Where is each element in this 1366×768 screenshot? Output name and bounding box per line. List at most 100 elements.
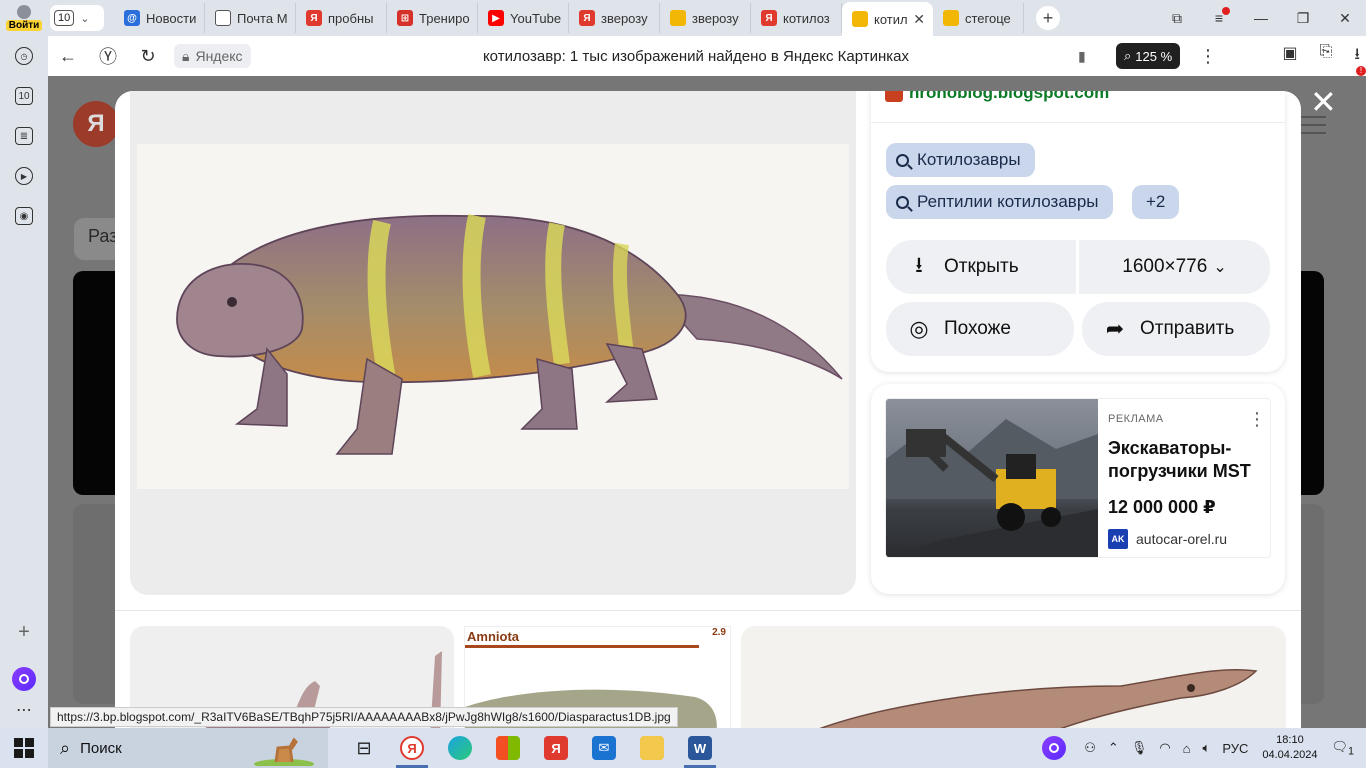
image-viewer: nronoblog.blogspot.com Котилозавры Репти…	[115, 91, 1301, 728]
tab-label: Трениро	[419, 10, 470, 26]
notifications-count: 1	[1347, 745, 1354, 758]
source-link[interactable]: nronoblog.blogspot.com	[885, 91, 1109, 103]
share-icon: ➦	[1105, 316, 1125, 341]
yandex-home-button[interactable]: Ⓨ	[88, 43, 128, 69]
more-icon[interactable]: ⋮	[1188, 46, 1228, 67]
zoom-level: 125 %	[1135, 48, 1173, 64]
browser-tab[interactable]: ▶ YouTube	[478, 3, 569, 33]
people-icon[interactable]: ⚇	[1084, 740, 1096, 756]
ad-domain: autocar-orel.ru	[1136, 531, 1228, 547]
clock[interactable]: 18:10 04.04.2024	[1262, 733, 1317, 763]
login-button[interactable]: Войти	[0, 0, 48, 36]
open-button[interactable]: ⭳ Открыть	[886, 240, 1076, 294]
browser-tab[interactable]: стегоце	[933, 3, 1024, 33]
similar-thumb[interactable]	[741, 626, 1286, 728]
volume-icon[interactable]: 🔈︎	[1203, 740, 1211, 756]
share-button[interactable]: ➦ Отправить	[1082, 302, 1270, 356]
similar-button[interactable]: ◎ Похоже	[886, 302, 1074, 356]
edge-app[interactable]	[436, 728, 484, 768]
ad-card[interactable]: РЕКЛАМА ⋮ Экскаваторы-погрузчики MST 12 …	[885, 398, 1271, 558]
mail-app[interactable]: ✉	[580, 728, 628, 768]
image-preview[interactable]	[130, 91, 856, 595]
store-app[interactable]	[484, 728, 532, 768]
yandex-logo[interactable]: Я	[73, 101, 119, 147]
ad-image[interactable]	[886, 399, 1098, 557]
restore-button[interactable]: ❐	[1282, 10, 1324, 27]
wifi-icon[interactable]: ◠	[1159, 740, 1170, 756]
taskbar-search[interactable]: ⌕ Поиск	[48, 728, 328, 768]
browser-sidebar: ◷ 10 ≣ ▶ ◉ + ⋯	[0, 36, 48, 728]
reload-button[interactable]: ↻	[128, 46, 168, 67]
language-indicator[interactable]: РУС	[1222, 741, 1248, 756]
cotylosaur-illustration	[176, 214, 843, 455]
divider	[871, 122, 1285, 123]
similar-label: Похоже	[944, 318, 1011, 339]
browser-tab[interactable]: котил ✕	[842, 2, 933, 36]
notifications-icon[interactable]: 🗨︎1	[1331, 739, 1354, 758]
browser-tab[interactable]: Япробны	[296, 3, 387, 33]
tab-favicon-icon: Я	[761, 10, 777, 26]
more-sidebar-icon[interactable]: ⋯	[12, 698, 36, 722]
tab-manager-icon[interactable]: ⧉	[1156, 10, 1198, 27]
yandex-app[interactable]: Я	[532, 728, 580, 768]
tag-chip-reptilii[interactable]: Рептилии котилозавры	[886, 185, 1113, 219]
collections-sidebar-icon[interactable]: ≣	[12, 124, 36, 148]
word-app[interactable]: W	[676, 728, 724, 768]
image-info-panel: nronoblog.blogspot.com Котилозавры Репти…	[871, 91, 1285, 372]
tag-chip-label: Котилозавры	[917, 150, 1021, 169]
alice-icon[interactable]	[12, 667, 36, 691]
browser-tab[interactable]: ⊞ Трениро	[387, 3, 478, 33]
tab-count-button[interactable]: 10 ⌄	[50, 5, 104, 31]
taskbar-search-label: Поиск	[80, 739, 122, 757]
site-chip-label: Яндекс	[195, 48, 243, 64]
alice-tray-icon[interactable]	[1030, 728, 1078, 768]
new-tab-button[interactable]: +	[1036, 6, 1060, 30]
profile-icon[interactable]: ▣	[1282, 43, 1297, 70]
zoom-icon: ⌕	[1124, 48, 1132, 63]
clock-time: 18:10	[1276, 734, 1304, 746]
browser-tab[interactable]: зверозу	[660, 3, 751, 33]
site-chip[interactable]: 🔒︎ Яндекс	[174, 44, 251, 68]
tab-label: котил	[874, 11, 908, 27]
size-select[interactable]: 1600×776 ⌄	[1079, 240, 1270, 294]
source-domain: nronoblog.blogspot.com	[909, 91, 1110, 102]
ad-menu-icon[interactable]: ⋮	[1248, 409, 1266, 430]
ad-title[interactable]: Экскаваторы-погрузчики MST	[1108, 437, 1268, 484]
screenshot-icon[interactable]: ◉	[12, 204, 36, 228]
browser-tab[interactable]: Якотилоз	[751, 3, 842, 33]
bookmark-icon[interactable]: ▮	[1078, 48, 1086, 65]
video-icon[interactable]: ▶	[12, 164, 36, 188]
add-panel-icon[interactable]: +	[12, 620, 36, 644]
advertiser-logo: AK	[1108, 529, 1128, 549]
tab-label: Почта M	[237, 10, 288, 26]
zoom-indicator[interactable]: ⌕ 125 %	[1116, 43, 1181, 69]
browser-tab[interactable]: Язверозу	[569, 3, 660, 33]
close-icon[interactable]: ✕	[1310, 86, 1337, 118]
menu-icon[interactable]: ≡	[1198, 7, 1240, 26]
network-icon[interactable]: ⌂	[1183, 741, 1191, 756]
close-tab-icon[interactable]: ✕	[913, 11, 925, 28]
ad-domain-link[interactable]: AK autocar-orel.ru	[1108, 529, 1227, 549]
more-tags-button[interactable]: +2	[1132, 185, 1180, 219]
collections-icon[interactable]: ⎘	[1320, 43, 1333, 70]
history-icon[interactable]: ◷	[12, 44, 36, 68]
browser-tab[interactable]: Почта M	[205, 3, 296, 33]
minimize-button[interactable]: —	[1240, 10, 1282, 26]
downloads-icon[interactable]: ⭳!	[1354, 43, 1366, 76]
microphone-icon[interactable]: 🎙︎	[1131, 740, 1148, 756]
close-window-button[interactable]: ✕	[1324, 10, 1366, 27]
back-button[interactable]: ←	[48, 46, 88, 67]
explorer-app[interactable]	[628, 728, 676, 768]
yandex-browser-app[interactable]: Я	[388, 728, 436, 768]
tag-chip-kotilozavry[interactable]: Котилозавры	[886, 143, 1035, 177]
tabs-counter-icon[interactable]: 10	[12, 84, 36, 108]
browser-tab[interactable]: @ Новости	[114, 3, 205, 33]
main-image[interactable]	[137, 144, 849, 489]
tab-label: YouTube	[510, 10, 562, 26]
page-title[interactable]: котилозавр: 1 тыс изображений найдено в …	[416, 48, 976, 65]
ad-label: РЕКЛАМА	[1108, 413, 1164, 425]
chevron-up-icon[interactable]: ⌃	[1108, 740, 1119, 756]
start-button[interactable]	[0, 728, 48, 768]
task-view-button[interactable]: ⊟	[340, 728, 388, 768]
login-label: Войти	[5, 20, 43, 31]
